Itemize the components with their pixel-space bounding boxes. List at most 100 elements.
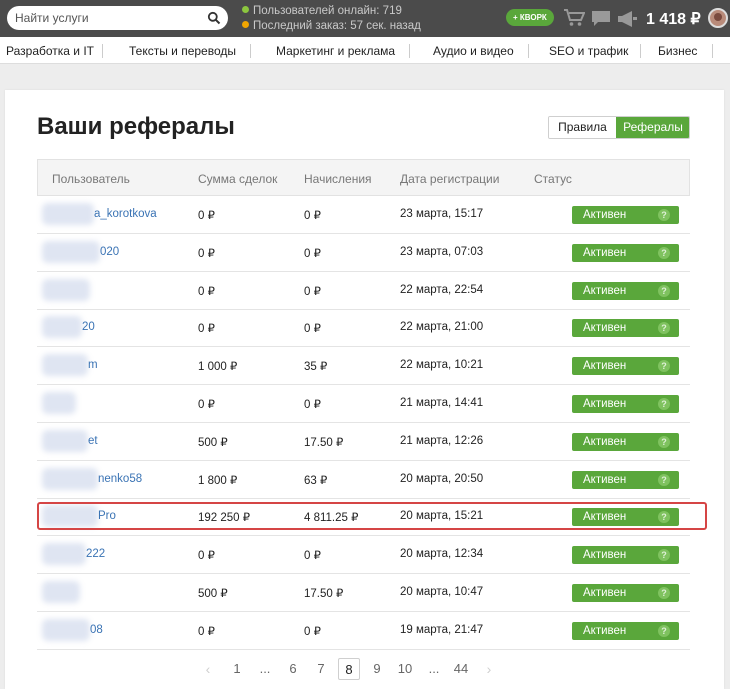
help-icon[interactable]: ? (658, 435, 670, 448)
status-button[interactable]: Активен? (572, 319, 679, 338)
registration-date: 21 марта, 14:41 (400, 397, 484, 409)
page-ellipsis: ... (259, 661, 271, 676)
redacted-username-blur (42, 278, 90, 301)
accrual-amount: 0 ₽ (304, 399, 321, 411)
status-label: Активен (583, 511, 627, 524)
pagination: ‹ 1 ... 6 7 8 9 10 ... 44 › (0, 658, 730, 680)
balance[interactable]: 1 418 ₽ (646, 9, 701, 29)
help-icon[interactable]: ? (658, 360, 670, 373)
cart-icon[interactable] (563, 8, 585, 28)
status-button[interactable]: Активен? (572, 395, 679, 413)
status-label: Активен (583, 322, 627, 335)
help-icon[interactable]: ? (658, 624, 670, 637)
username-link[interactable]: a_korotkova (94, 208, 157, 220)
help-icon[interactable]: ? (658, 398, 670, 410)
page-link[interactable]: 10 (395, 658, 415, 680)
help-icon[interactable]: ? (658, 587, 670, 599)
status-label: Активен (583, 284, 627, 297)
username-link[interactable]: 222 (86, 548, 105, 560)
status-button[interactable]: Активен? (572, 546, 679, 565)
deal-amount: 0 ₽ (198, 323, 215, 336)
deal-amount: 0 ₽ (198, 625, 215, 638)
deal-amount: 0 ₽ (198, 210, 215, 222)
next-page-icon[interactable]: › (482, 658, 496, 680)
deal-amount: 0 ₽ (198, 550, 215, 563)
page-link[interactable]: 9 (369, 658, 385, 680)
status-label: Активен (583, 624, 627, 637)
status-button[interactable]: Активен? (572, 508, 679, 527)
status-label: Активен (583, 435, 627, 448)
help-icon[interactable]: ? (658, 322, 670, 335)
registration-date: 22 марта, 22:54 (400, 283, 484, 296)
help-icon[interactable]: ? (658, 284, 670, 297)
add-kwork-button[interactable]: + КВОРК (506, 9, 554, 26)
deal-amount: 0 ₽ (198, 247, 215, 260)
category-development[interactable]: Разработка и IT (6, 44, 94, 58)
tab-rules[interactable]: Правила (549, 117, 616, 138)
accrual-amount: 0 ₽ (304, 550, 321, 563)
status-label: Активен (583, 209, 627, 221)
column-amount: Сумма сделок (198, 172, 278, 186)
accrual-amount: 0 ₽ (304, 210, 321, 222)
status-button[interactable]: Активен? (572, 243, 679, 262)
prev-page-icon[interactable]: ‹ (201, 658, 215, 680)
megaphone-icon[interactable] (617, 10, 639, 28)
status-button[interactable]: Активен? (572, 281, 679, 300)
search-input[interactable] (15, 10, 205, 26)
page-link[interactable]: 6 (285, 658, 301, 680)
redacted-username-blur (42, 618, 90, 641)
status-label: Активен (583, 587, 627, 599)
status-label: Активен (583, 246, 627, 259)
category-audio-video[interactable]: Аудио и видео (433, 44, 514, 58)
deal-amount: 500 ₽ (198, 588, 228, 600)
table-row: 020 0 ₽ 0 ₽ 23 марта, 07:03 Активен? (37, 234, 690, 272)
redacted-username-blur (42, 316, 82, 339)
username-link[interactable]: 08 (90, 624, 103, 636)
tab-referrals[interactable]: Рефералы (616, 117, 689, 138)
table-row: 08 0 ₽ 0 ₽ 19 марта, 21:47 Активен? (37, 612, 690, 650)
username-link[interactable]: 20 (82, 321, 95, 333)
help-icon[interactable]: ? (658, 246, 670, 259)
status-button[interactable]: Активен? (572, 584, 679, 602)
avatar[interactable] (708, 8, 728, 28)
status-label: Активен (583, 398, 627, 410)
help-icon[interactable]: ? (658, 473, 670, 486)
page-link[interactable]: 1 (229, 658, 245, 680)
deal-amount: 1 000 ₽ (198, 361, 238, 374)
status-button[interactable]: Активен? (572, 357, 679, 376)
messages-icon[interactable] (591, 10, 611, 28)
username-link[interactable]: 020 (100, 246, 119, 258)
category-seo[interactable]: SEO и трафик (549, 44, 628, 58)
table-row: 222 0 ₽ 0 ₽ 20 марта, 12:34 Активен? (37, 536, 690, 575)
page-title: Ваши рефералы (37, 113, 235, 140)
username-link[interactable]: nenko58 (98, 473, 142, 485)
table-row: 500 ₽ 17.50 ₽ 20 марта, 10:47 Активен? (37, 574, 690, 612)
tab-switcher: Правила Рефералы (548, 116, 690, 139)
username-link[interactable]: Pro (98, 510, 116, 522)
help-icon[interactable]: ? (658, 209, 670, 221)
page-link-current[interactable]: 8 (338, 658, 360, 680)
page-link[interactable]: 7 (313, 658, 329, 680)
accrual-amount: 63 ₽ (304, 474, 328, 487)
status-button[interactable]: Активен? (572, 470, 679, 489)
status-label: Активен (583, 473, 627, 486)
username-link[interactable]: et (88, 435, 98, 447)
status-button[interactable]: Активен? (572, 621, 679, 640)
status-button[interactable]: Активен? (572, 206, 679, 224)
category-business[interactable]: Бизнес (658, 44, 697, 58)
help-icon[interactable]: ? (658, 511, 670, 524)
page-link[interactable]: 44 (451, 658, 471, 680)
category-marketing[interactable]: Маркетинг и реклама (276, 44, 395, 58)
nav-divider (640, 44, 641, 58)
search-box[interactable] (7, 6, 228, 30)
category-texts[interactable]: Тексты и переводы (129, 44, 236, 58)
registration-date: 20 марта, 20:50 (400, 472, 484, 485)
accrual-amount: 17.50 ₽ (304, 588, 344, 600)
redacted-username-blur (42, 429, 88, 452)
help-icon[interactable]: ? (658, 549, 670, 562)
redacted-username-blur (42, 543, 86, 566)
username-link[interactable]: m (88, 359, 98, 371)
search-icon[interactable] (207, 11, 221, 25)
status-button[interactable]: Активен? (572, 432, 679, 451)
deal-amount: 192 250 ₽ (198, 512, 251, 525)
